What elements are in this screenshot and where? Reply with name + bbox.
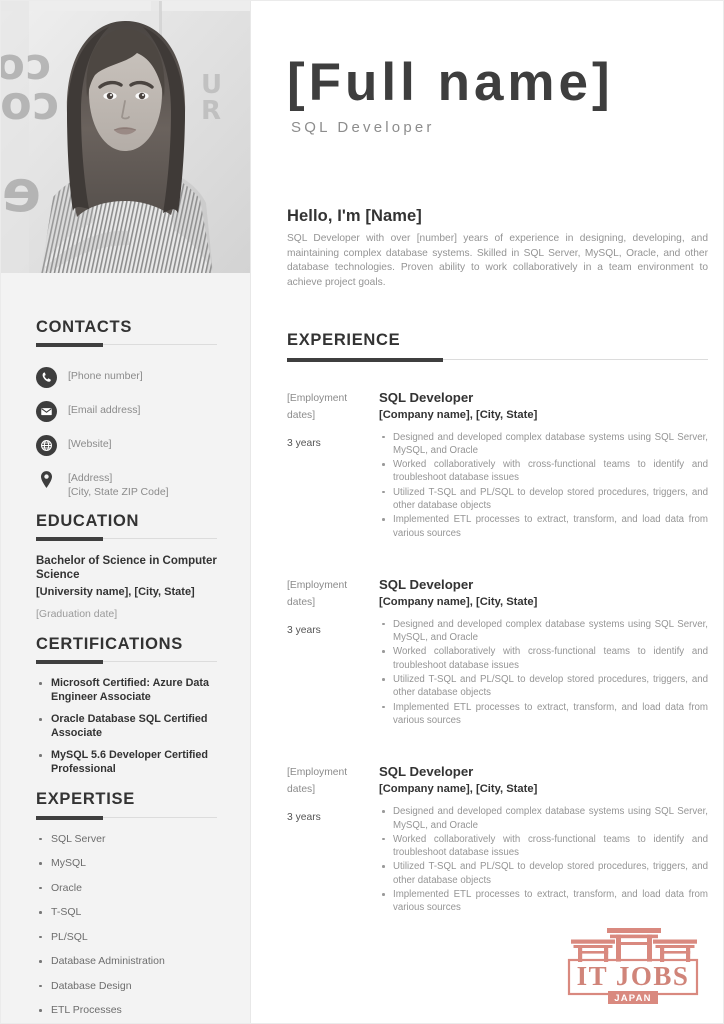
contact-website-text: [Website] — [68, 438, 112, 451]
phone-icon — [36, 367, 57, 389]
contacts-rule — [36, 343, 217, 348]
list-item: PL/SQL — [36, 931, 217, 945]
education-entry: Bachelor of Science in Computer Science … — [36, 555, 217, 621]
experience-dates: [Employment dates] — [287, 392, 348, 421]
expertise-section: EXPERTISE SQL Server MySQL Oracle T-SQL … — [36, 790, 217, 1017]
envelope-icon — [36, 401, 57, 423]
experience-dates: [Employment dates] — [287, 579, 348, 608]
it-jobs-japan-logo: IT JOBS JAPAN — [563, 919, 703, 1009]
list-item: MySQL 5.6 Developer Certified Profession… — [36, 749, 217, 776]
list-item: MySQL — [36, 857, 217, 871]
education-heading: EDUCATION — [36, 512, 140, 531]
about-summary: SQL Developer with over [number] years o… — [287, 233, 708, 288]
certifications-list: Microsoft Certified: Azure Data Engineer… — [36, 677, 217, 776]
education-degree: Bachelor of Science in Computer Science — [36, 555, 217, 581]
contact-address-text: [Address] [City, State ZIP Code] — [68, 472, 169, 499]
list-item: Utilized T-SQL and PL/SQL to develop sto… — [379, 486, 708, 513]
education-section: EDUCATION Bachelor of Science in Compute… — [36, 512, 217, 621]
profile-photo: core coo e U R — [1, 1, 250, 273]
certifications-section: CERTIFICATIONS Microsoft Certified: Azur… — [36, 635, 217, 776]
logo-primary-text: IT JOBS — [577, 961, 690, 991]
list-item: Worked collaboratively with cross-functi… — [379, 645, 708, 672]
list-item: Oracle — [36, 882, 217, 896]
logo-banner-text: JAPAN — [614, 993, 652, 1004]
portrait-illustration: core coo e U R — [1, 1, 250, 273]
experience-meta: [Employment dates] 3 years — [287, 764, 379, 915]
list-item: Worked collaboratively with cross-functi… — [379, 833, 708, 860]
contact-email-text: [Email address] — [68, 404, 141, 417]
list-item: SQL Server — [36, 833, 217, 847]
experience-section: EXPERIENCE — [287, 331, 708, 362]
contacts-section: CONTACTS [Phone number] [Email address] … — [36, 273, 217, 499]
logo-graphic: IT JOBS JAPAN — [567, 928, 699, 1004]
contact-website[interactable]: [Website] — [36, 435, 217, 457]
list-item: Implemented ETL processes to extract, tr… — [379, 701, 708, 728]
list-item: Worked collaboratively with cross-functi… — [379, 458, 708, 485]
contact-address[interactable]: [Address] [City, State ZIP Code] — [36, 469, 217, 499]
education-graduation-date: [Graduation date] — [36, 608, 118, 621]
expertise-list: SQL Server MySQL Oracle T-SQL PL/SQL Dat… — [36, 833, 217, 1018]
experience-body: SQL Developer [Company name], [City, Sta… — [379, 390, 708, 541]
location-pin-icon — [36, 469, 57, 490]
list-item: ETL Processes — [36, 1004, 217, 1018]
svg-text:R: R — [201, 96, 221, 126]
experience-body: SQL Developer [Company name], [City, Sta… — [379, 577, 708, 728]
experience-entry: [Employment dates] 3 years SQL Developer… — [287, 577, 708, 728]
list-item: Designed and developed complex database … — [379, 431, 708, 458]
svg-text:e: e — [2, 157, 41, 225]
experience-company: [Company name], [City, State] — [379, 783, 538, 796]
list-item: Utilized T-SQL and PL/SQL to develop sto… — [379, 860, 708, 887]
contact-email[interactable]: [Email address] — [36, 401, 217, 423]
list-item: Designed and developed complex database … — [379, 805, 708, 832]
experience-dates: [Employment dates] — [287, 767, 348, 796]
list-item: Implemented ETL processes to extract, tr… — [379, 513, 708, 540]
contacts-list: [Phone number] [Email address] [Website]… — [36, 367, 217, 499]
experience-rule — [287, 357, 708, 362]
experience-duration: 3 years — [287, 624, 321, 636]
experience-entry: [Employment dates] 3 years SQL Developer… — [287, 764, 708, 915]
resume-page: core coo e U R — [0, 0, 724, 1024]
experience-title: SQL Developer — [379, 389, 474, 405]
experience-company: [Company name], [City, State] — [379, 408, 538, 421]
experience-bullets: Designed and developed complex database … — [379, 431, 708, 540]
experience-title: SQL Developer — [379, 576, 474, 592]
globe-icon — [36, 435, 57, 457]
certifications-rule — [36, 660, 217, 665]
svg-text:coo: coo — [1, 76, 59, 130]
list-item: Implemented ETL processes to extract, tr… — [379, 888, 708, 915]
experience-meta: [Employment dates] 3 years — [287, 390, 379, 541]
experience-bullets: Designed and developed complex database … — [379, 805, 708, 914]
list-item: Database Administration — [36, 955, 217, 969]
page-title: [Full name] — [287, 53, 614, 112]
experience-duration: 3 years — [287, 812, 321, 824]
list-item: Database Design — [36, 980, 217, 994]
expertise-heading: EXPERTISE — [36, 790, 135, 809]
education-university: [University name], [City, State] — [36, 586, 195, 599]
list-item: Microsoft Certified: Azure Data Engineer… — [36, 677, 217, 704]
sidebar: core coo e U R — [1, 1, 250, 1023]
certifications-heading: CERTIFICATIONS — [36, 635, 183, 654]
experience-heading: EXPERIENCE — [287, 331, 401, 350]
education-rule — [36, 537, 217, 542]
contacts-heading: CONTACTS — [36, 318, 133, 336]
job-role-subtitle: SQL Developer — [291, 119, 435, 136]
contact-phone-text: [Phone number] — [68, 370, 143, 383]
experience-meta: [Employment dates] 3 years — [287, 577, 379, 728]
list-item: Oracle Database SQL Certified Associate — [36, 713, 217, 740]
contact-phone[interactable]: [Phone number] — [36, 367, 217, 389]
expertise-rule — [36, 815, 217, 820]
sidebar-content: CONTACTS [Phone number] [Email address] … — [1, 273, 250, 1023]
experience-entry: [Employment dates] 3 years SQL Developer… — [287, 390, 708, 541]
experience-title: SQL Developer — [379, 764, 474, 780]
list-item: Designed and developed complex database … — [379, 618, 708, 645]
experience-company: [Company name], [City, State] — [379, 595, 538, 608]
experience-body: SQL Developer [Company name], [City, Sta… — [379, 764, 708, 915]
experience-bullets: Designed and developed complex database … — [379, 618, 708, 727]
list-item: T-SQL — [36, 906, 217, 920]
experience-duration: 3 years — [287, 437, 321, 449]
list-item: Utilized T-SQL and PL/SQL to develop sto… — [379, 673, 708, 700]
about-heading: Hello, I'm [Name] — [287, 207, 422, 225]
main-content: [Full name] SQL Developer Hello, I'm [Na… — [251, 1, 723, 1023]
